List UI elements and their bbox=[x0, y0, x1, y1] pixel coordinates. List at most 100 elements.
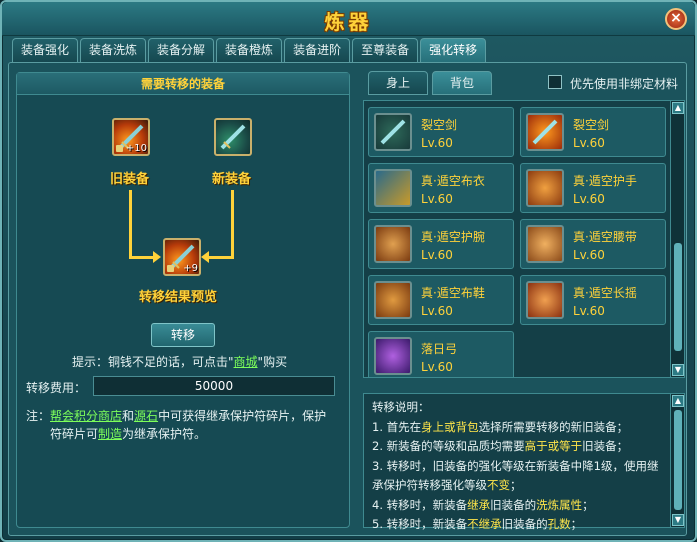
list-item[interactable]: 真·遁空长摇 Lv.60 bbox=[520, 275, 666, 325]
close-button[interactable]: × bbox=[665, 8, 687, 30]
note-mid: 中可获得继承保护符碎片，保护 bbox=[158, 409, 327, 423]
tab-supreme[interactable]: 至尊装备 bbox=[352, 38, 419, 62]
item-level: Lv.60 bbox=[573, 248, 605, 262]
hint-suffix: "购买 bbox=[257, 355, 288, 369]
arrow-left-horizontal bbox=[129, 256, 155, 259]
fee-label: 转移费用： bbox=[26, 381, 87, 395]
item-name: 落日弓 bbox=[421, 342, 458, 356]
arrow-left-vertical bbox=[129, 190, 132, 258]
tab-bar: 装备强化 装备洗炼 装备分解 装备橙炼 装备进阶 至尊装备 强化转移 bbox=[12, 38, 488, 62]
tab-orange[interactable]: 装备橙炼 bbox=[216, 38, 283, 62]
prefer-unbound-checkbox[interactable] bbox=[548, 75, 562, 89]
list-item[interactable]: 真·遁空布鞋 Lv.60 bbox=[368, 275, 514, 325]
item-level: Lv.60 bbox=[573, 136, 605, 150]
scroll-thumb[interactable] bbox=[674, 243, 682, 351]
tab-bag[interactable]: 背包 bbox=[432, 71, 492, 95]
tab-transfer[interactable]: 强化转移 bbox=[420, 38, 487, 62]
result-preview-slot: +9 bbox=[163, 238, 201, 276]
sword-icon bbox=[220, 124, 246, 150]
shoes-icon bbox=[374, 281, 412, 319]
description-scrollbar[interactable]: ▲ ▼ bbox=[670, 394, 684, 527]
item-level: Lv.60 bbox=[421, 304, 453, 318]
transfer-description: 转移说明： 1. 首先在身上或背包选择所需要转移的新旧装备； 2. 新装备的等级… bbox=[363, 393, 685, 531]
bound-lock-icon bbox=[116, 145, 123, 152]
item-name: 真·遁空长摇 bbox=[573, 286, 637, 300]
tab-enhance[interactable]: 装备强化 bbox=[12, 38, 79, 62]
guild-shop-link[interactable]: 帮会积分商店 bbox=[50, 409, 122, 423]
item-name: 裂空剑 bbox=[573, 118, 610, 132]
arrow-right-head-icon bbox=[153, 251, 161, 263]
desc-line-1: 1. 首先在身上或背包选择所需要转移的新旧装备； bbox=[372, 419, 629, 434]
note-prefix: 注： bbox=[26, 409, 51, 423]
list-item[interactable]: 裂空剑 Lv.60 bbox=[368, 107, 514, 157]
item-list: 裂空剑 Lv.60 裂空剑 Lv.60 真·遁空布衣 Lv.60 真·遁空护手 … bbox=[363, 100, 685, 378]
sword-icon bbox=[374, 113, 412, 151]
transfer-button[interactable]: 转移 bbox=[151, 323, 215, 347]
arrow-right-horizontal bbox=[208, 256, 234, 259]
old-equipment-label: 旧装备 bbox=[110, 172, 150, 187]
tab-advance[interactable]: 装备进阶 bbox=[284, 38, 351, 62]
item-name: 裂空剑 bbox=[421, 118, 458, 132]
list-item[interactable]: 真·遁空护腕 Lv.60 bbox=[368, 219, 514, 269]
item-level: Lv.60 bbox=[421, 360, 453, 374]
fee-value: 50000 bbox=[93, 376, 335, 396]
item-level: Lv.60 bbox=[421, 136, 453, 150]
desc-line-2: 2. 新装备的等级和品质均需要高于或等于旧装备； bbox=[372, 439, 629, 453]
panel-header: 需要转移的装备 bbox=[17, 73, 349, 95]
craft-link[interactable]: 制造 bbox=[98, 427, 122, 441]
tab-decompose[interactable]: 装备分解 bbox=[148, 38, 215, 62]
list-item[interactable]: 真·遁空布衣 Lv.60 bbox=[368, 163, 514, 213]
tab-refine[interactable]: 装备洗炼 bbox=[80, 38, 147, 62]
note-line2-b: 为继承保护符。 bbox=[122, 427, 207, 441]
desc-line-5: 5. 转移时，新装备不继承旧装备的孔数； bbox=[372, 517, 583, 531]
bound-lock-icon bbox=[167, 265, 174, 272]
scroll-down-icon[interactable]: ▼ bbox=[672, 514, 684, 526]
hint-text: 提示：铜钱不足的话，可点击"商城"购买 bbox=[72, 353, 287, 370]
bracer-icon bbox=[374, 225, 412, 263]
list-item[interactable]: 裂空剑 Lv.60 bbox=[520, 107, 666, 157]
desc-line-3: 3. 转移时，旧装备的强化等级在新装备中降1级，使用继 bbox=[372, 458, 659, 473]
scroll-thumb[interactable] bbox=[674, 410, 682, 510]
scroll-up-icon[interactable]: ▲ bbox=[672, 395, 684, 407]
gauntlet-icon bbox=[526, 169, 564, 207]
window-title: 炼器 bbox=[324, 10, 373, 34]
note-and: 和 bbox=[122, 409, 135, 423]
list-item[interactable]: 真·遁空腰带 Lv.60 bbox=[520, 219, 666, 269]
list-item[interactable]: 落日弓 Lv.60 bbox=[368, 331, 514, 377]
prefer-unbound-label: 优先使用非绑定材料 bbox=[570, 77, 679, 91]
desc-title: 转移说明： bbox=[372, 400, 430, 414]
item-level: Lv.60 bbox=[421, 192, 453, 206]
item-level: Lv.60 bbox=[421, 248, 453, 262]
pants-icon bbox=[526, 281, 564, 319]
item-name: 真·遁空护手 bbox=[573, 174, 637, 188]
title-bar: 炼器 × bbox=[2, 2, 695, 36]
desc-line-4: 4. 转移时，新装备继承旧装备的洗炼属性； bbox=[372, 497, 594, 512]
scroll-down-icon[interactable]: ▼ bbox=[672, 364, 684, 376]
arrow-left-head-icon bbox=[201, 251, 209, 263]
item-name: 真·遁空腰带 bbox=[573, 230, 637, 244]
item-name: 真·遁空布鞋 bbox=[421, 286, 485, 300]
new-equipment-slot[interactable] bbox=[214, 118, 252, 156]
new-equipment-label: 新装备 bbox=[212, 172, 252, 187]
old-enhance-level: +10 bbox=[125, 143, 147, 154]
item-level: Lv.60 bbox=[573, 304, 605, 318]
result-preview-label: 转移结果预览 bbox=[139, 290, 218, 305]
old-equipment-slot[interactable]: +10 bbox=[112, 118, 150, 156]
source-stone-link[interactable]: 源石 bbox=[134, 409, 158, 423]
scroll-up-icon[interactable]: ▲ bbox=[672, 102, 684, 114]
mall-link[interactable]: 商城 bbox=[234, 355, 258, 369]
item-name: 真·遁空护腕 bbox=[421, 230, 485, 244]
result-enhance-level: +9 bbox=[183, 263, 198, 274]
tab-equipped[interactable]: 身上 bbox=[368, 71, 428, 95]
item-list-scrollbar[interactable]: ▲ ▼ bbox=[670, 101, 684, 377]
note-text: 注：帮会积分商店和源石中可获得继承保护符碎片，保护 符碎片可制造为继承保护符。 bbox=[26, 407, 344, 443]
item-level: Lv.60 bbox=[573, 192, 605, 206]
robe-icon bbox=[374, 169, 412, 207]
list-item[interactable]: 真·遁空护手 Lv.60 bbox=[520, 163, 666, 213]
hint-prefix: 提示：铜钱不足的话，可点击" bbox=[72, 355, 234, 369]
note-line2-a: 符碎片可 bbox=[50, 427, 99, 441]
fire-sword-icon bbox=[526, 113, 564, 151]
bow-icon bbox=[374, 337, 412, 375]
belt-icon bbox=[526, 225, 564, 263]
arrow-right-vertical bbox=[231, 190, 234, 258]
